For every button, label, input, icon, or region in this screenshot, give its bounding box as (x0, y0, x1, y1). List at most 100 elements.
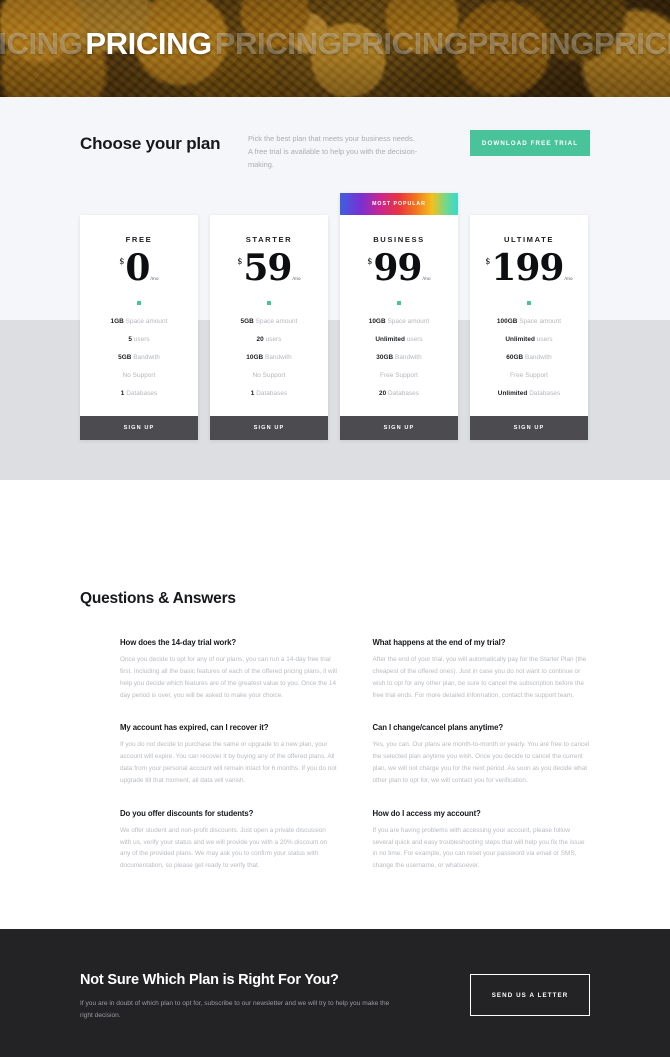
currency-symbol: $ (485, 256, 491, 266)
plan-feature: 1 Databases (90, 390, 188, 397)
feature-strong: 5GB (118, 353, 132, 361)
hero-title-row: PRICING PRICING PRICING PRICING PRICING … (0, 26, 670, 62)
currency-symbol: $ (367, 256, 373, 266)
price-period: /mo (150, 276, 159, 282)
feature-strong: Unlimited (497, 389, 528, 397)
currency-symbol: $ (237, 256, 243, 266)
qa-grid: How does the 14-day trial work? Once you … (80, 638, 590, 872)
feature-text: Databases (254, 389, 288, 397)
sign-up-button[interactable]: SIGN UP (470, 415, 588, 440)
hero-ghost-title-1: PRICING (214, 26, 342, 61)
plans-section: Choose your plan Pick the best plan that… (0, 97, 670, 530)
plan-feature: 30GB Bandwith (350, 354, 448, 361)
feature-strong: 30GB (376, 353, 394, 361)
choose-plan-header: Choose your plan Pick the best plan that… (80, 97, 590, 172)
qa-item: Do you offer discounts for students? We o… (120, 809, 338, 872)
plan-feature: 1 Databases (220, 390, 318, 397)
plan-feature: 10GB Space amount (350, 318, 448, 325)
separator-dot-icon (397, 300, 401, 305)
cta-subtext: If you are in doubt of which plan to opt… (80, 1000, 390, 1020)
hero-banner: PRICING PRICING PRICING PRICING PRICING … (0, 0, 670, 97)
feature-text: users (534, 335, 553, 343)
cta-section: Not Sure Which Plan is Right For You? If… (0, 929, 670, 1057)
plan-feature: 20 Databases (350, 390, 448, 397)
price-value: 0 (125, 246, 150, 289)
feature-strong: 1GB (110, 317, 124, 325)
plan-feature: Free Support (480, 372, 578, 379)
separator-dot-icon (137, 300, 141, 305)
feature-text: Space amount (253, 317, 298, 325)
feature-text: Bandwith (523, 353, 552, 361)
sign-up-button[interactable]: SIGN UP (210, 415, 328, 440)
download-free-trial-button[interactable]: DOWNLOAD FREE TRIAL (470, 130, 590, 156)
feature-strong: 5GB (240, 317, 254, 325)
plan-price: $59/mo (220, 250, 318, 286)
feature-strong: 10GB (246, 353, 264, 361)
plan-name: BUSINESS (373, 234, 425, 244)
pricing-card: MOST POPULAR BUSINESS $99/mo 10GB Space amo… (340, 192, 458, 440)
plan-feature: 10GB Bandwith (220, 354, 318, 361)
feature-strong: 60GB (506, 353, 524, 361)
separator-dot-icon (267, 300, 271, 305)
qa-answer: After the end of your trial, you will au… (372, 656, 587, 699)
feature-text: Free Support (380, 371, 418, 379)
plan-feature: Unlimited Databases (480, 390, 578, 397)
hero-ghost-title-4: PRICING (593, 26, 670, 61)
feature-strong: Unlimited (505, 335, 535, 343)
price-value: 59 (243, 246, 292, 289)
qa-answer: Once you decide to opt for any of our pl… (120, 656, 337, 699)
plan-features: 5GB Space amount 20 users 10GB Bandwith No … (220, 318, 318, 397)
sign-up-button[interactable]: SIGN UP (80, 415, 198, 440)
pricing-card: FREE $0/mo 1GB Space amount 5 users 5GB Band… (80, 214, 198, 440)
price-period: /mo (292, 276, 301, 282)
feature-text: users (263, 335, 282, 343)
sign-up-button[interactable]: SIGN UP (340, 415, 458, 440)
qa-question: Can I change/cancel plans anytime? (372, 723, 504, 733)
pricing-cards: FREE $0/mo 1GB Space amount 5 users 5GB Band… (80, 192, 590, 440)
plan-price: $99/mo (350, 250, 448, 286)
pricing-card-body: FREE $0/mo 1GB Space amount 5 users 5GB Band… (80, 215, 198, 408)
plan-name: STARTER (245, 234, 293, 244)
plan-features: 1GB Space amount 5 users 5GB Bandwith No Su… (90, 318, 188, 397)
pricing-card-body: STARTER $59/mo 5GB Space amount 20 users 10G… (210, 215, 328, 408)
plan-features: 100GB Space amount Unlimited users 60GB Ba… (480, 318, 578, 397)
plan-feature: 1GB Space amount (90, 318, 188, 325)
qa-item: My account has expired, can I recover it… (120, 723, 338, 786)
feature-text: No Support (252, 371, 286, 379)
hero-ghost-title-3: PRICING (467, 26, 595, 61)
feature-strong: 10GB (368, 317, 386, 325)
feature-text: Bandwith (131, 353, 160, 361)
plan-feature: 5GB Bandwith (90, 354, 188, 361)
feature-text: Databases (386, 389, 420, 397)
plan-feature: No Support (90, 372, 188, 379)
feature-text: Space amount (123, 317, 168, 325)
qa-answer: We offer student and non-profit discount… (120, 826, 328, 870)
qa-question: How do I access my account? (372, 808, 481, 818)
page-title: PRICING (85, 26, 212, 61)
plan-feature: No Support (220, 372, 318, 379)
qa-question: How does the 14-day trial work? (120, 638, 237, 647)
pricing-card-body: ULTIMATE $199/mo 100GB Space amount Unlimit… (470, 215, 588, 408)
plan-feature: Unlimited users (350, 336, 448, 343)
qa-question: My account has expired, can I recover it… (120, 723, 269, 733)
feature-text: Free Support (510, 371, 548, 379)
pricing-card-body: BUSINESS $99/mo 10GB Space amount Unlimited… (340, 215, 458, 408)
plan-feature: 20 users (220, 336, 318, 343)
plan-price: $0/mo (90, 250, 188, 286)
qa-heading: Questions & Answers (80, 590, 236, 607)
cta-title: Not Sure Which Plan is Right For You? (80, 972, 339, 988)
plan-feature: Free Support (350, 372, 448, 379)
feature-text: Databases (124, 389, 158, 397)
feature-text: Bandwith (393, 353, 422, 361)
hero-ghost-title-2: PRICING (341, 26, 468, 61)
plan-feature: 100GB Space amount (480, 318, 578, 325)
feature-text: Bandwith (263, 353, 292, 361)
choose-plan-subtext: Pick the best plan that meets your busin… (248, 134, 418, 169)
qa-item: Can I change/cancel plans anytime? Yes, y… (373, 723, 591, 786)
price-period: /mo (422, 276, 431, 282)
qa-answer: Yes, you can. Our plans are month-to-mon… (372, 741, 590, 784)
pricing-card: STARTER $59/mo 5GB Space amount 20 users 10G… (210, 214, 328, 440)
price-period: /mo (564, 276, 573, 282)
plan-name: ULTIMATE (503, 234, 555, 244)
send-us-a-letter-button[interactable]: SEND US A LETTER (470, 974, 590, 1016)
